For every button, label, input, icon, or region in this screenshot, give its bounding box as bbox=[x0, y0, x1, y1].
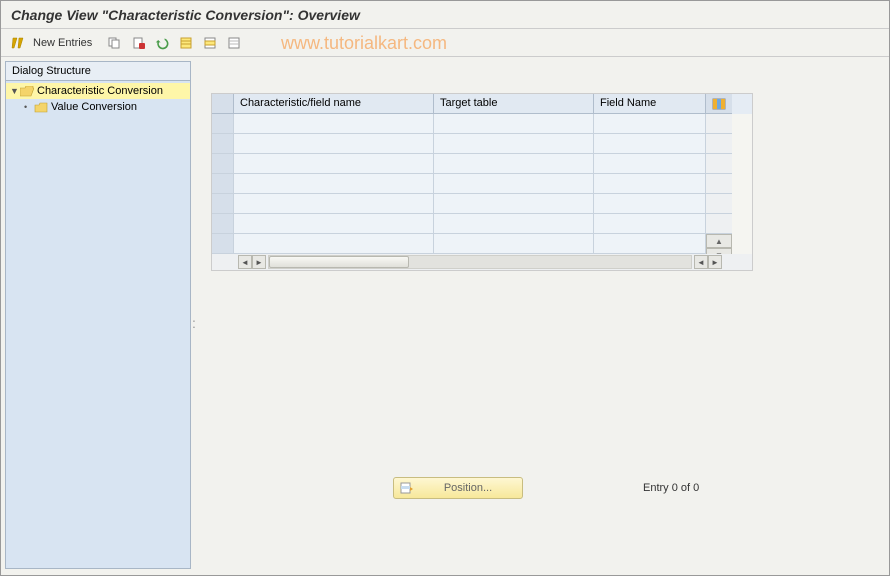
toggle-icon[interactable] bbox=[9, 33, 29, 53]
dialog-structure-header: Dialog Structure bbox=[6, 62, 190, 81]
scroll-right-button[interactable]: ► bbox=[252, 255, 266, 269]
toolbar: New Entries www.tutorialkart.com bbox=[1, 29, 889, 57]
scroll-left-end-button[interactable]: ◄ bbox=[694, 255, 708, 269]
table-config-button[interactable] bbox=[706, 94, 732, 114]
select-all-icon[interactable] bbox=[176, 33, 196, 53]
column-field-name[interactable]: Field Name bbox=[594, 94, 706, 114]
app-window: Change View "Characteristic Conversion":… bbox=[0, 0, 890, 576]
entry-status-text: Entry 0 of 0 bbox=[643, 482, 699, 494]
deselect-all-icon[interactable] bbox=[224, 33, 244, 53]
open-folder-icon bbox=[20, 86, 34, 96]
dialog-structure-panel: Dialog Structure ▼ Characteristic Conver… bbox=[5, 61, 191, 569]
scroll-right-end-button[interactable]: ► bbox=[708, 255, 722, 269]
table-row[interactable] bbox=[212, 214, 752, 234]
column-target-table[interactable]: Target table bbox=[434, 94, 594, 114]
table-row[interactable] bbox=[212, 174, 752, 194]
tree-item-label: Characteristic Conversion bbox=[37, 85, 163, 97]
table-body: ▲ ▼ bbox=[212, 114, 752, 254]
tree-expand-icon[interactable]: ▼ bbox=[10, 86, 20, 96]
table-select-all-header[interactable] bbox=[212, 94, 234, 114]
title-bar: Change View "Characteristic Conversion":… bbox=[1, 1, 889, 29]
table-row[interactable]: ▲ ▼ bbox=[212, 234, 752, 254]
scroll-down-button[interactable]: ▼ bbox=[706, 248, 732, 254]
copy-icon[interactable] bbox=[104, 33, 124, 53]
scroll-track[interactable] bbox=[268, 255, 692, 269]
main-area: Dialog Structure ▼ Characteristic Conver… bbox=[1, 57, 889, 573]
column-characteristic[interactable]: Characteristic/field name bbox=[234, 94, 434, 114]
tree-item-label: Value Conversion bbox=[51, 101, 137, 113]
scroll-left-button[interactable]: ◄ bbox=[238, 255, 252, 269]
table-row[interactable] bbox=[212, 114, 752, 134]
select-block-icon[interactable] bbox=[200, 33, 220, 53]
table-row[interactable] bbox=[212, 194, 752, 214]
scroll-thumb[interactable] bbox=[269, 256, 409, 268]
tree: ▼ Characteristic Conversion • Value Conv… bbox=[6, 81, 190, 568]
position-icon bbox=[400, 481, 414, 495]
undo-icon[interactable] bbox=[152, 33, 172, 53]
position-button-label: Position... bbox=[420, 482, 516, 494]
tree-item-characteristic-conversion[interactable]: ▼ Characteristic Conversion bbox=[6, 83, 190, 99]
table-panel: Characteristic/field name Target table F… bbox=[211, 93, 753, 271]
bottom-controls: Position... Entry 0 of 0 bbox=[393, 477, 699, 499]
tree-bullet-icon: • bbox=[24, 102, 34, 112]
scroll-up-button[interactable]: ▲ bbox=[706, 234, 732, 248]
table-row[interactable] bbox=[212, 154, 752, 174]
horizontal-scrollbar: ◄ ► ◄ ► bbox=[212, 254, 752, 270]
table-header-row: Characteristic/field name Target table F… bbox=[212, 94, 752, 114]
watermark-text: www.tutorialkart.com bbox=[281, 33, 447, 54]
tree-item-value-conversion[interactable]: • Value Conversion bbox=[6, 99, 190, 115]
delete-icon[interactable] bbox=[128, 33, 148, 53]
closed-folder-icon bbox=[34, 102, 48, 112]
new-entries-button[interactable]: New Entries bbox=[33, 37, 92, 49]
content-area: Characteristic/field name Target table F… bbox=[197, 57, 889, 573]
position-button[interactable]: Position... bbox=[393, 477, 523, 499]
table-row[interactable] bbox=[212, 134, 752, 154]
page-title: Change View "Characteristic Conversion":… bbox=[11, 7, 360, 23]
